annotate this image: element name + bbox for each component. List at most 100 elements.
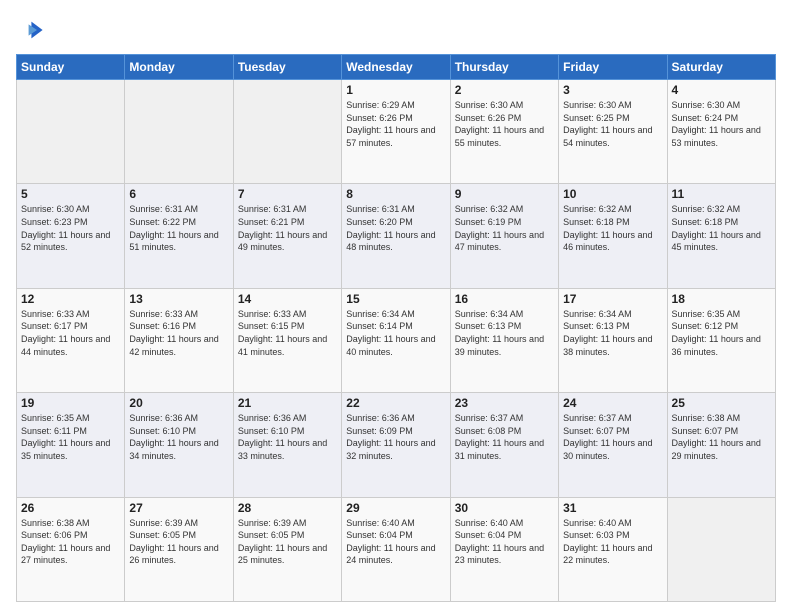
day-number: 11	[672, 187, 771, 201]
week-row-4: 19Sunrise: 6:35 AM Sunset: 6:11 PM Dayli…	[17, 393, 776, 497]
day-number: 15	[346, 292, 445, 306]
calendar-cell: 3 Sunrise: 6:30 AM Sunset: 6:25 PM Daylig…	[559, 80, 667, 184]
calendar-cell: 9 Sunrise: 6:32 AM Sunset: 6:19 PM Daylig…	[450, 184, 558, 288]
day-info: Sunrise: 6:32 AM Sunset: 6:18 PM Dayligh…	[563, 203, 662, 253]
day-number: 17	[563, 292, 662, 306]
day-info: Sunrise: 6:29 AM Sunset: 6:26 PM Dayligh…	[346, 99, 445, 149]
day-number: 16	[455, 292, 554, 306]
day-info: Sunrise: 6:30 AM Sunset: 6:24 PM Dayligh…	[672, 99, 771, 149]
day-number: 24	[563, 396, 662, 410]
day-info: Sunrise: 6:40 AM Sunset: 6:04 PM Dayligh…	[455, 517, 554, 567]
day-info: Sunrise: 6:37 AM Sunset: 6:08 PM Dayligh…	[455, 412, 554, 462]
calendar-cell: 23 Sunrise: 6:37 AM Sunset: 6:08 PM Dayli…	[450, 393, 558, 497]
calendar-cell: 25 Sunrise: 6:38 AM Sunset: 6:07 PM Dayli…	[667, 393, 775, 497]
calendar-cell: 21 Sunrise: 6:36 AM Sunset: 6:10 PM Dayli…	[233, 393, 341, 497]
day-number: 7	[238, 187, 337, 201]
day-number: 4	[672, 83, 771, 97]
day-number: 30	[455, 501, 554, 515]
day-info: Sunrise: 6:35 AM Sunset: 6:12 PM Dayligh…	[672, 308, 771, 358]
calendar-cell: 30 Sunrise: 6:40 AM Sunset: 6:04 PM Dayli…	[450, 497, 558, 601]
calendar-header-row: SundayMondayTuesdayWednesdayThursdayFrid…	[17, 55, 776, 80]
week-row-2: 5 Sunrise: 6:30 AM Sunset: 6:23 PM Daylig…	[17, 184, 776, 288]
day-info: Sunrise: 6:33 AM Sunset: 6:16 PM Dayligh…	[129, 308, 228, 358]
header	[16, 16, 776, 44]
day-number: 27	[129, 501, 228, 515]
day-number: 20	[129, 396, 228, 410]
day-header-monday: Monday	[125, 55, 233, 80]
day-info: Sunrise: 6:31 AM Sunset: 6:22 PM Dayligh…	[129, 203, 228, 253]
day-info: Sunrise: 6:30 AM Sunset: 6:26 PM Dayligh…	[455, 99, 554, 149]
day-info: Sunrise: 6:36 AM Sunset: 6:10 PM Dayligh…	[238, 412, 337, 462]
day-info: Sunrise: 6:34 AM Sunset: 6:13 PM Dayligh…	[563, 308, 662, 358]
day-number: 23	[455, 396, 554, 410]
calendar-cell: 4 Sunrise: 6:30 AM Sunset: 6:24 PM Daylig…	[667, 80, 775, 184]
week-row-1: 1 Sunrise: 6:29 AM Sunset: 6:26 PM Daylig…	[17, 80, 776, 184]
week-row-3: 12 Sunrise: 6:33 AM Sunset: 6:17 PM Dayli…	[17, 288, 776, 392]
calendar-cell: 17 Sunrise: 6:34 AM Sunset: 6:13 PM Dayli…	[559, 288, 667, 392]
day-number: 2	[455, 83, 554, 97]
day-header-tuesday: Tuesday	[233, 55, 341, 80]
day-info: Sunrise: 6:38 AM Sunset: 6:07 PM Dayligh…	[672, 412, 771, 462]
calendar-cell: 7Sunrise: 6:31 AM Sunset: 6:21 PM Daylig…	[233, 184, 341, 288]
day-number: 21	[238, 396, 337, 410]
day-number: 8	[346, 187, 445, 201]
day-number: 25	[672, 396, 771, 410]
calendar-cell	[667, 497, 775, 601]
day-info: Sunrise: 6:37 AM Sunset: 6:07 PM Dayligh…	[563, 412, 662, 462]
calendar-cell: 10 Sunrise: 6:32 AM Sunset: 6:18 PM Dayli…	[559, 184, 667, 288]
calendar: SundayMondayTuesdayWednesdayThursdayFrid…	[16, 54, 776, 602]
calendar-cell: 12 Sunrise: 6:33 AM Sunset: 6:17 PM Dayli…	[17, 288, 125, 392]
day-number: 29	[346, 501, 445, 515]
calendar-cell	[125, 80, 233, 184]
calendar-cell: 28 Sunrise: 6:39 AM Sunset: 6:05 PM Dayli…	[233, 497, 341, 601]
page: SundayMondayTuesdayWednesdayThursdayFrid…	[0, 0, 792, 612]
day-number: 28	[238, 501, 337, 515]
day-info: Sunrise: 6:36 AM Sunset: 6:10 PM Dayligh…	[129, 412, 228, 462]
day-header-saturday: Saturday	[667, 55, 775, 80]
day-info: Sunrise: 6:34 AM Sunset: 6:13 PM Dayligh…	[455, 308, 554, 358]
calendar-cell: 5 Sunrise: 6:30 AM Sunset: 6:23 PM Daylig…	[17, 184, 125, 288]
calendar-cell: 22Sunrise: 6:36 AM Sunset: 6:09 PM Dayli…	[342, 393, 450, 497]
calendar-cell: 27Sunrise: 6:39 AM Sunset: 6:05 PM Dayli…	[125, 497, 233, 601]
calendar-cell: 19Sunrise: 6:35 AM Sunset: 6:11 PM Dayli…	[17, 393, 125, 497]
day-number: 18	[672, 292, 771, 306]
calendar-cell: 11 Sunrise: 6:32 AM Sunset: 6:18 PM Dayli…	[667, 184, 775, 288]
day-info: Sunrise: 6:30 AM Sunset: 6:23 PM Dayligh…	[21, 203, 120, 253]
calendar-cell: 24 Sunrise: 6:37 AM Sunset: 6:07 PM Dayli…	[559, 393, 667, 497]
day-number: 9	[455, 187, 554, 201]
day-number: 13	[129, 292, 228, 306]
day-info: Sunrise: 6:36 AM Sunset: 6:09 PM Dayligh…	[346, 412, 445, 462]
day-info: Sunrise: 6:38 AM Sunset: 6:06 PM Dayligh…	[21, 517, 120, 567]
calendar-cell: 29Sunrise: 6:40 AM Sunset: 6:04 PM Dayli…	[342, 497, 450, 601]
day-number: 1	[346, 83, 445, 97]
day-info: Sunrise: 6:32 AM Sunset: 6:19 PM Dayligh…	[455, 203, 554, 253]
calendar-cell	[233, 80, 341, 184]
calendar-cell: 18 Sunrise: 6:35 AM Sunset: 6:12 PM Dayli…	[667, 288, 775, 392]
calendar-cell: 8Sunrise: 6:31 AM Sunset: 6:20 PM Daylig…	[342, 184, 450, 288]
day-info: Sunrise: 6:39 AM Sunset: 6:05 PM Dayligh…	[238, 517, 337, 567]
day-number: 12	[21, 292, 120, 306]
day-info: Sunrise: 6:33 AM Sunset: 6:15 PM Dayligh…	[238, 308, 337, 358]
day-info: Sunrise: 6:34 AM Sunset: 6:14 PM Dayligh…	[346, 308, 445, 358]
day-header-friday: Friday	[559, 55, 667, 80]
day-number: 10	[563, 187, 662, 201]
calendar-cell: 16 Sunrise: 6:34 AM Sunset: 6:13 PM Dayli…	[450, 288, 558, 392]
day-number: 19	[21, 396, 120, 410]
calendar-cell: 13 Sunrise: 6:33 AM Sunset: 6:16 PM Dayli…	[125, 288, 233, 392]
day-number: 3	[563, 83, 662, 97]
logo-icon	[16, 16, 44, 44]
day-info: Sunrise: 6:33 AM Sunset: 6:17 PM Dayligh…	[21, 308, 120, 358]
day-info: Sunrise: 6:40 AM Sunset: 6:03 PM Dayligh…	[563, 517, 662, 567]
calendar-cell	[17, 80, 125, 184]
day-info: Sunrise: 6:30 AM Sunset: 6:25 PM Dayligh…	[563, 99, 662, 149]
calendar-cell: 6Sunrise: 6:31 AM Sunset: 6:22 PM Daylig…	[125, 184, 233, 288]
day-number: 5	[21, 187, 120, 201]
calendar-cell: 14Sunrise: 6:33 AM Sunset: 6:15 PM Dayli…	[233, 288, 341, 392]
calendar-cell: 1 Sunrise: 6:29 AM Sunset: 6:26 PM Daylig…	[342, 80, 450, 184]
day-header-wednesday: Wednesday	[342, 55, 450, 80]
calendar-cell: 26Sunrise: 6:38 AM Sunset: 6:06 PM Dayli…	[17, 497, 125, 601]
day-info: Sunrise: 6:32 AM Sunset: 6:18 PM Dayligh…	[672, 203, 771, 253]
calendar-cell: 15 Sunrise: 6:34 AM Sunset: 6:14 PM Dayli…	[342, 288, 450, 392]
day-header-thursday: Thursday	[450, 55, 558, 80]
logo	[16, 16, 48, 44]
